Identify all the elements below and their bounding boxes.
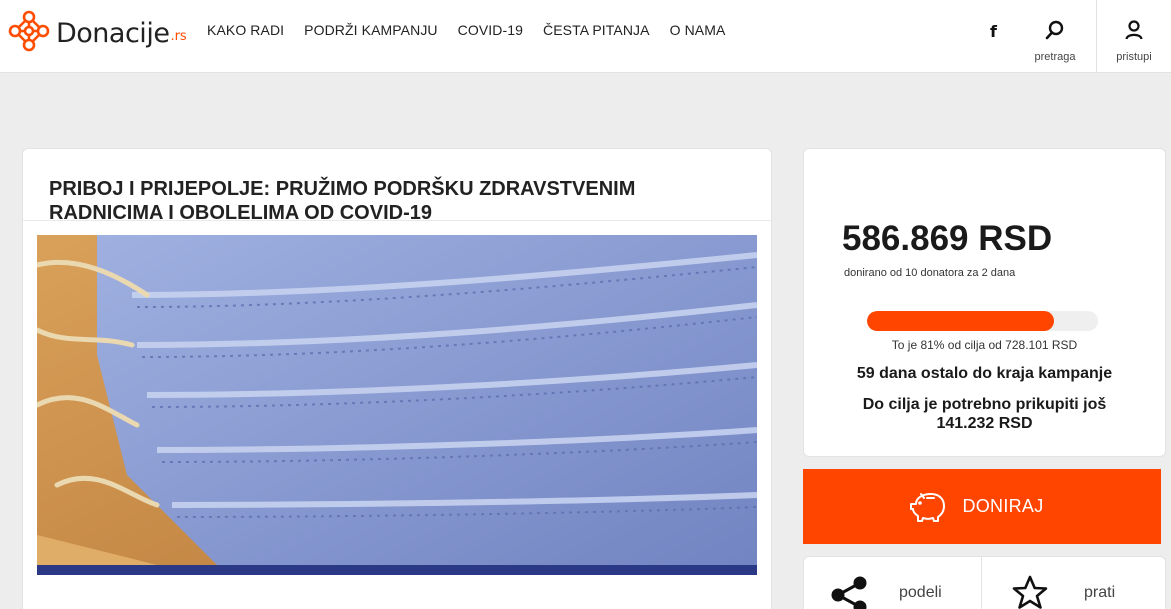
- days-left-text: 59 dana ostalo do kraja kampanje: [856, 365, 1113, 382]
- nav-item-cesta-pitanja[interactable]: ČESTA PITANJA: [543, 22, 650, 38]
- share-button[interactable]: podeli: [804, 557, 982, 609]
- campaign-title: PRIBOJ I PRIJEPOLJE: PRUŽIMO PODRŠKU ZDR…: [49, 178, 636, 224]
- logo-icon: [8, 10, 50, 52]
- progress-bar-fill: [867, 311, 1055, 331]
- piggy-bank-icon: [910, 492, 946, 522]
- star-icon: [1012, 575, 1048, 609]
- site-header: Donacije .rs KAKO RADI PODRŽI KAMPANJU C…: [0, 0, 1171, 73]
- nav-item-podrzi-kampanju[interactable]: PODRŽI KAMPANJU: [304, 22, 437, 38]
- logo-tld: .rs: [170, 29, 187, 44]
- donated-amount: 586.869 RSD: [842, 219, 1053, 258]
- title-divider: [23, 220, 771, 221]
- campaign-card: PRIBOJ I PRIJEPOLJE: PRUŽIMO PODRŠKU ZDR…: [22, 148, 772, 609]
- user-icon: [1125, 20, 1143, 40]
- login-button[interactable]: pristupi: [1096, 0, 1171, 72]
- main-nav: KAKO RADI PODRŽI KAMPANJU COVID-19 ČESTA…: [207, 22, 745, 38]
- search-icon: [1045, 20, 1064, 40]
- nav-item-o-nama[interactable]: O NAMA: [670, 22, 726, 38]
- facebook-icon[interactable]: f: [990, 22, 997, 41]
- progress-percent-text: To je 81% od cilja od 728.101 RSD: [891, 338, 1078, 352]
- follow-label: prati: [1084, 584, 1116, 601]
- share-icon: [831, 576, 867, 609]
- share-label: podeli: [899, 584, 942, 601]
- nav-item-kako-radi[interactable]: KAKO RADI: [207, 22, 284, 38]
- progress-bar: [867, 311, 1098, 331]
- face-masks-image: [37, 235, 757, 565]
- logo-text: Donacije: [56, 18, 170, 49]
- remaining-amount-text: Do cilja je potrebno prikupiti još 141.2…: [862, 396, 1107, 432]
- donate-label: DONIRAJ: [962, 496, 1044, 516]
- follow-button[interactable]: prati: [982, 557, 1165, 609]
- donate-button[interactable]: DONIRAJ: [803, 469, 1161, 544]
- share-follow-card: podeli prati: [803, 556, 1166, 609]
- campaign-image: [37, 235, 757, 565]
- image-caption-bar: [37, 565, 757, 575]
- search-button[interactable]: pretraga: [1025, 0, 1085, 72]
- site-logo[interactable]: Donacije .rs: [6, 8, 187, 54]
- donors-info: donirano od 10 donatora za 2 dana: [844, 267, 1016, 279]
- nav-item-covid-19[interactable]: COVID-19: [458, 22, 523, 38]
- login-label: pristupi: [1116, 51, 1152, 63]
- donation-stats-card: 586.869 RSD donirano od 10 donatora za 2…: [803, 148, 1166, 457]
- search-label: pretraga: [1034, 51, 1076, 63]
